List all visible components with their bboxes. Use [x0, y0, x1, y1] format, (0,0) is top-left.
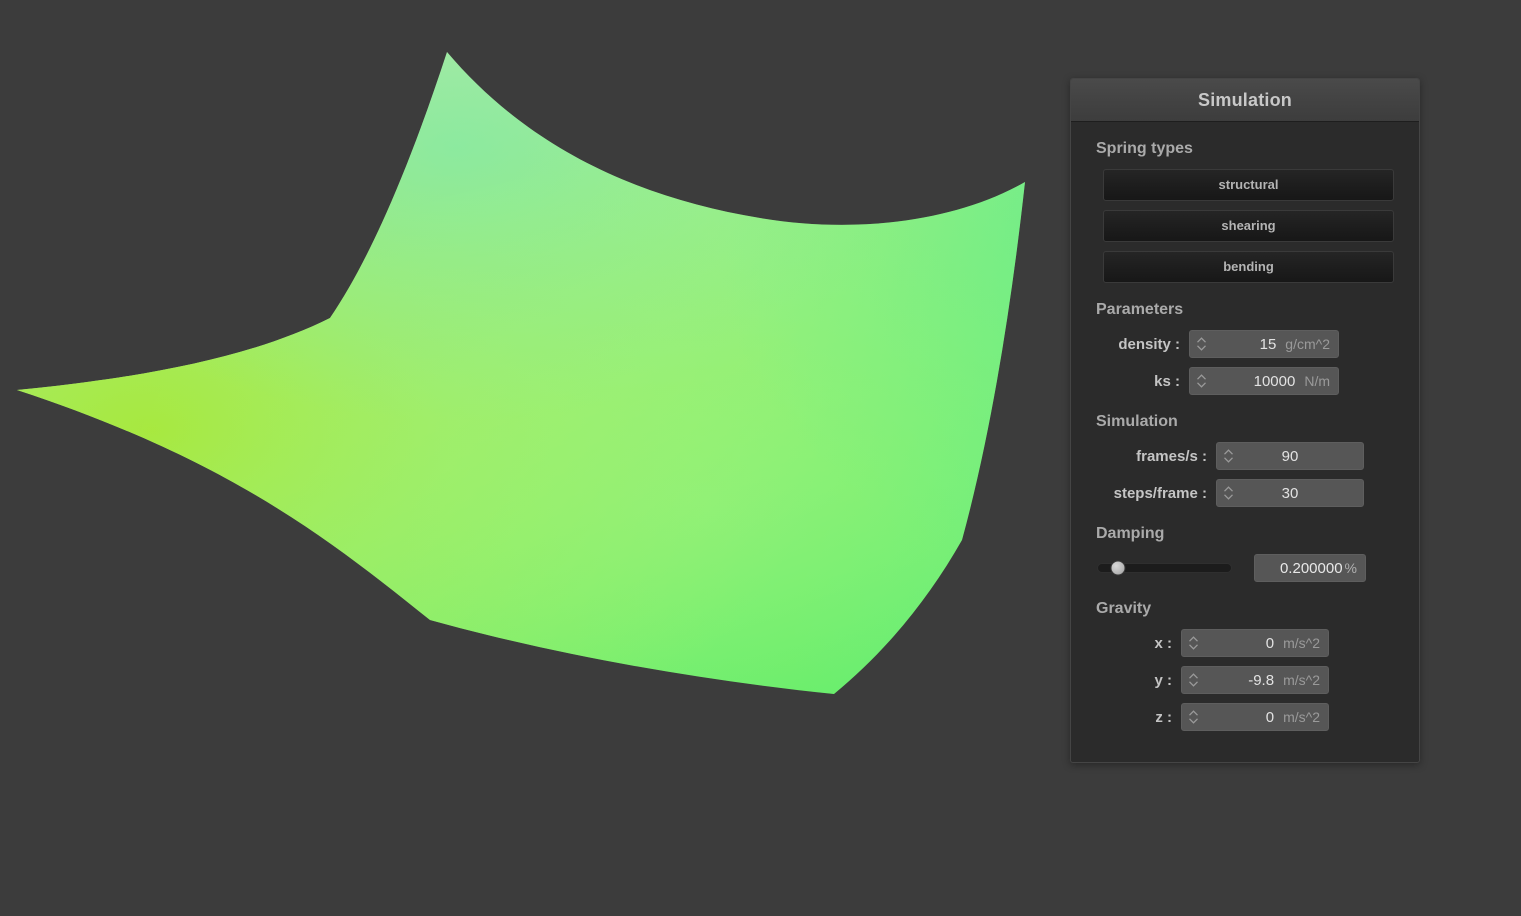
- spring-button-row-structural: structural: [1071, 169, 1419, 201]
- ks-input[interactable]: 10000 N/m: [1189, 367, 1339, 395]
- simulation-group: frames/s : 90 steps/frame : 30: [1071, 442, 1419, 507]
- field-row-frames-per-second: frames/s : 90: [1071, 442, 1419, 470]
- frames-per-second-spinner[interactable]: [1217, 443, 1239, 469]
- parameters-group: density : 15 g/cm^2 ks : 10000 N/m: [1071, 330, 1419, 395]
- gravity-x-unit: m/s^2: [1283, 635, 1320, 651]
- density-spinner[interactable]: [1190, 331, 1212, 357]
- density-label: density :: [1118, 335, 1180, 353]
- gravity-z-spinner[interactable]: [1182, 704, 1204, 730]
- gravity-group: x : 0 m/s^2 y : -9.8 m/s^2 z: 0 m/s^2: [1071, 629, 1419, 731]
- damping-value: 0.200000: [1279, 559, 1343, 577]
- gravity-x-value: 0: [1265, 634, 1275, 652]
- gravity-x-label: x :: [1154, 634, 1172, 652]
- 3d-viewport[interactable]: Simulation Spring types structural shear…: [0, 0, 1521, 916]
- field-row-steps-per-frame: steps/frame : 30: [1071, 479, 1419, 507]
- spring-type-structural-button[interactable]: structural: [1103, 169, 1394, 201]
- damping-slider[interactable]: [1097, 560, 1232, 576]
- field-row-gravity-y: y : -9.8 m/s^2: [1071, 666, 1419, 694]
- field-row-gravity-z: z : 0 m/s^2: [1071, 703, 1419, 731]
- spring-type-shearing-button[interactable]: shearing: [1103, 210, 1394, 242]
- section-header-spring-types: Spring types: [1096, 140, 1193, 157]
- gravity-y-input[interactable]: -9.8 m/s^2: [1181, 666, 1329, 694]
- section-header-simulation: Simulation: [1096, 413, 1178, 430]
- frames-per-second-input[interactable]: 90: [1216, 442, 1364, 470]
- steps-per-frame-label: steps/frame :: [1113, 484, 1207, 502]
- section-header-parameters: Parameters: [1096, 301, 1184, 318]
- simulation-panel[interactable]: Simulation Spring types structural shear…: [1070, 78, 1420, 763]
- frames-per-second-value: 90: [1281, 447, 1299, 465]
- steps-per-frame-spinner[interactable]: [1217, 480, 1239, 506]
- gravity-z-value: 0: [1265, 708, 1275, 726]
- spring-button-row-bending: bending: [1071, 251, 1419, 283]
- steps-per-frame-input[interactable]: 30: [1216, 479, 1364, 507]
- gravity-y-unit: m/s^2: [1283, 672, 1320, 688]
- frames-per-second-label: frames/s :: [1136, 447, 1207, 465]
- field-row-gravity-x: x : 0 m/s^2: [1071, 629, 1419, 657]
- gravity-y-value: -9.8: [1248, 671, 1275, 689]
- steps-per-frame-value: 30: [1281, 484, 1299, 502]
- ks-unit: N/m: [1304, 373, 1330, 389]
- gravity-z-input[interactable]: 0 m/s^2: [1181, 703, 1329, 731]
- gravity-x-spinner[interactable]: [1182, 630, 1204, 656]
- damping-slider-handle[interactable]: [1110, 560, 1126, 576]
- panel-title[interactable]: Simulation: [1071, 79, 1419, 122]
- gravity-x-input[interactable]: 0 m/s^2: [1181, 629, 1329, 657]
- panel-body: Spring types structural shearing bending…: [1071, 140, 1419, 731]
- damping-value-input[interactable]: 0.200000 %: [1254, 554, 1366, 582]
- section-header-gravity: Gravity: [1096, 600, 1152, 617]
- field-row-density: density : 15 g/cm^2: [1071, 330, 1419, 358]
- density-value: 15: [1259, 335, 1277, 353]
- gravity-z-unit: m/s^2: [1283, 709, 1320, 725]
- spring-button-row-shearing: shearing: [1071, 210, 1419, 242]
- section-header-damping: Damping: [1096, 525, 1165, 542]
- damping-row: 0.200000 %: [1071, 554, 1419, 582]
- damping-unit: %: [1344, 560, 1357, 576]
- density-input[interactable]: 15 g/cm^2: [1189, 330, 1339, 358]
- ks-spinner[interactable]: [1190, 368, 1212, 394]
- gravity-y-spinner[interactable]: [1182, 667, 1204, 693]
- gravity-y-label: y :: [1154, 671, 1172, 689]
- gravity-z-label: z :: [1155, 708, 1172, 726]
- spring-type-bending-button[interactable]: bending: [1103, 251, 1394, 283]
- field-row-ks: ks : 10000 N/m: [1071, 367, 1419, 395]
- ks-label: ks :: [1154, 372, 1180, 390]
- ks-value: 10000: [1253, 372, 1296, 390]
- density-unit: g/cm^2: [1285, 336, 1330, 352]
